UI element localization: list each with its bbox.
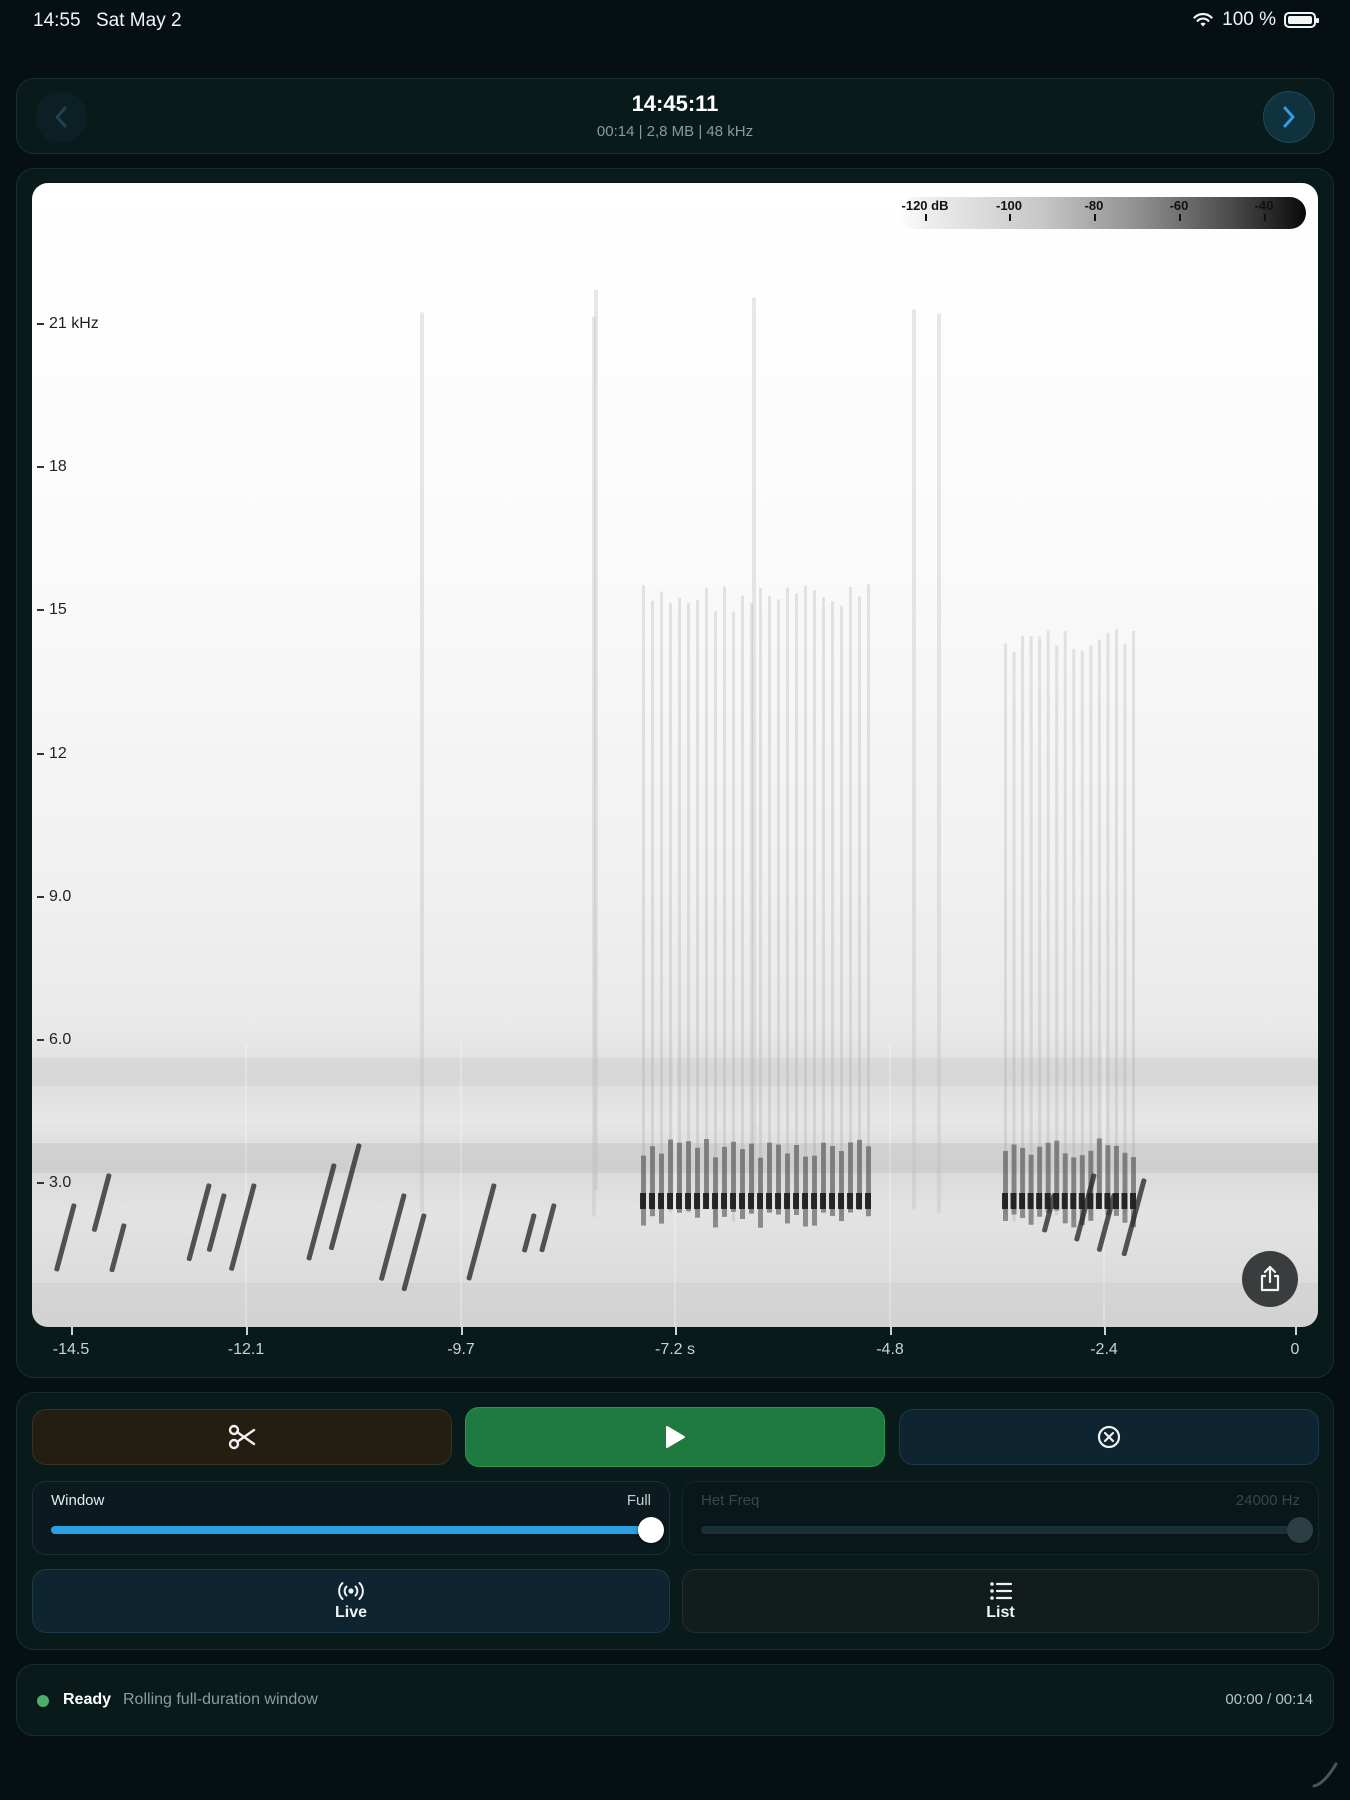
x-axis-label: -14.5 <box>52 1341 90 1358</box>
colorbar-tick <box>925 214 927 221</box>
db-colorbar: -120 dB -100 -80 -60 -40 <box>898 197 1306 229</box>
tab-list-label: List <box>986 1603 1015 1621</box>
y-axis-label: 15 <box>37 601 67 619</box>
share-icon <box>1260 1265 1280 1292</box>
broadcast-icon <box>338 1581 364 1600</box>
play-button[interactable] <box>465 1407 885 1467</box>
tab-live[interactable]: Live <box>32 1569 670 1633</box>
status-time: 14:55 <box>33 10 81 31</box>
y-axis-label: 21 kHz <box>37 315 99 333</box>
recording-title: 14:45:11 <box>631 91 719 116</box>
x-axis-tick <box>1104 1327 1106 1335</box>
window-slider-panel: Window Full <box>32 1481 670 1555</box>
list-icon <box>989 1581 1012 1600</box>
window-slider-label: Window <box>51 1492 105 1509</box>
x-axis-tick <box>461 1327 463 1335</box>
colorbar-label: -60 <box>1169 198 1189 213</box>
colorbar-tick <box>1179 214 1181 221</box>
spectrogram-plot[interactable]: -120 dB -100 -80 -60 -40 21 kHz 18 15 12… <box>32 183 1318 1327</box>
status-indicators: 100 % <box>1192 9 1319 31</box>
battery-icon <box>1284 12 1319 28</box>
x-axis-tick <box>675 1327 677 1335</box>
status-bar: 14:55 Sat May 2 100 % <box>0 0 1350 44</box>
recording-header: 14:45:11 00:14 | 2,8 MB | 48 kHz <box>16 78 1334 154</box>
colorbar-tick <box>1094 214 1096 221</box>
window-slider[interactable] <box>51 1517 664 1543</box>
x-axis-label: -2.4 <box>1090 1341 1118 1358</box>
time-axis: -14.5 -12.1 -9.7 -7.2 s -4.8 -2.4 0 <box>32 1327 1318 1377</box>
controls-panel: Window Full Het Freq 24000 Hz Live List <box>16 1392 1334 1650</box>
het-freq-slider-panel: Het Freq 24000 Hz <box>682 1481 1319 1555</box>
colorbar-label: -100 <box>995 198 1023 213</box>
play-icon <box>666 1426 685 1448</box>
playback-time: 00:00 / 00:14 <box>1225 1691 1313 1708</box>
y-axis-label: 9.0 <box>37 888 71 906</box>
recording-meta: 00:14 | 2,8 MB | 48 kHz <box>596 123 754 140</box>
wifi-icon <box>1193 12 1213 27</box>
window-slider-fill <box>51 1526 651 1534</box>
next-recording-button[interactable] <box>1263 91 1315 143</box>
x-axis-label: 0 <box>1290 1341 1300 1358</box>
clear-button[interactable] <box>899 1409 1319 1465</box>
status-panel: Ready Rolling full-duration window 00:00… <box>16 1664 1334 1736</box>
x-axis-label: -12.1 <box>227 1341 265 1358</box>
x-axis-tick <box>71 1327 73 1335</box>
x-axis-label: -7.2 s <box>654 1341 696 1358</box>
spectrogram-card: -120 dB -100 -80 -60 -40 21 kHz 18 15 12… <box>16 168 1334 1378</box>
x-axis-tick <box>890 1327 892 1335</box>
scissors-icon <box>228 1424 256 1450</box>
battery-percentage: 100 % <box>1222 9 1276 30</box>
spectrogram-image <box>32 289 1318 1327</box>
chevron-right-icon <box>1283 106 1295 128</box>
y-axis-label: 6.0 <box>37 1031 71 1049</box>
het-freq-label: Het Freq <box>701 1492 760 1509</box>
trim-button[interactable] <box>32 1409 452 1465</box>
window-slider-value: Full <box>626 1492 651 1509</box>
het-freq-value: 24000 Hz <box>1235 1492 1300 1509</box>
status-date: Sat May 2 <box>96 10 182 31</box>
colorbar-label: -120 dB <box>901 198 949 213</box>
colorbar-tick <box>1009 214 1011 221</box>
tab-list[interactable]: List <box>682 1569 1319 1633</box>
x-axis-label: -9.7 <box>447 1341 475 1358</box>
het-freq-slider-thumb[interactable] <box>1287 1517 1313 1543</box>
tab-live-label: Live <box>334 1603 367 1621</box>
colorbar-label: -80 <box>1084 198 1104 213</box>
y-axis-label: 3.0 <box>37 1174 71 1192</box>
colorbar-label: -40 <box>1254 198 1274 213</box>
circle-x-icon <box>1097 1425 1121 1449</box>
ready-indicator-icon <box>37 1695 49 1707</box>
x-axis-label: -4.8 <box>876 1341 904 1358</box>
colorbar-tick <box>1264 214 1266 221</box>
resize-handle-icon[interactable] <box>1310 1758 1340 1788</box>
share-button[interactable] <box>1242 1251 1298 1307</box>
x-axis-tick <box>246 1327 248 1335</box>
status-message: Rolling full-duration window <box>123 1691 318 1708</box>
y-axis-label: 12 <box>37 745 67 763</box>
window-slider-thumb[interactable] <box>638 1517 664 1543</box>
x-axis-tick <box>1295 1327 1297 1335</box>
y-axis-label: 18 <box>37 458 67 476</box>
status-state: Ready <box>63 1691 112 1708</box>
het-freq-slider[interactable] <box>701 1517 1313 1543</box>
